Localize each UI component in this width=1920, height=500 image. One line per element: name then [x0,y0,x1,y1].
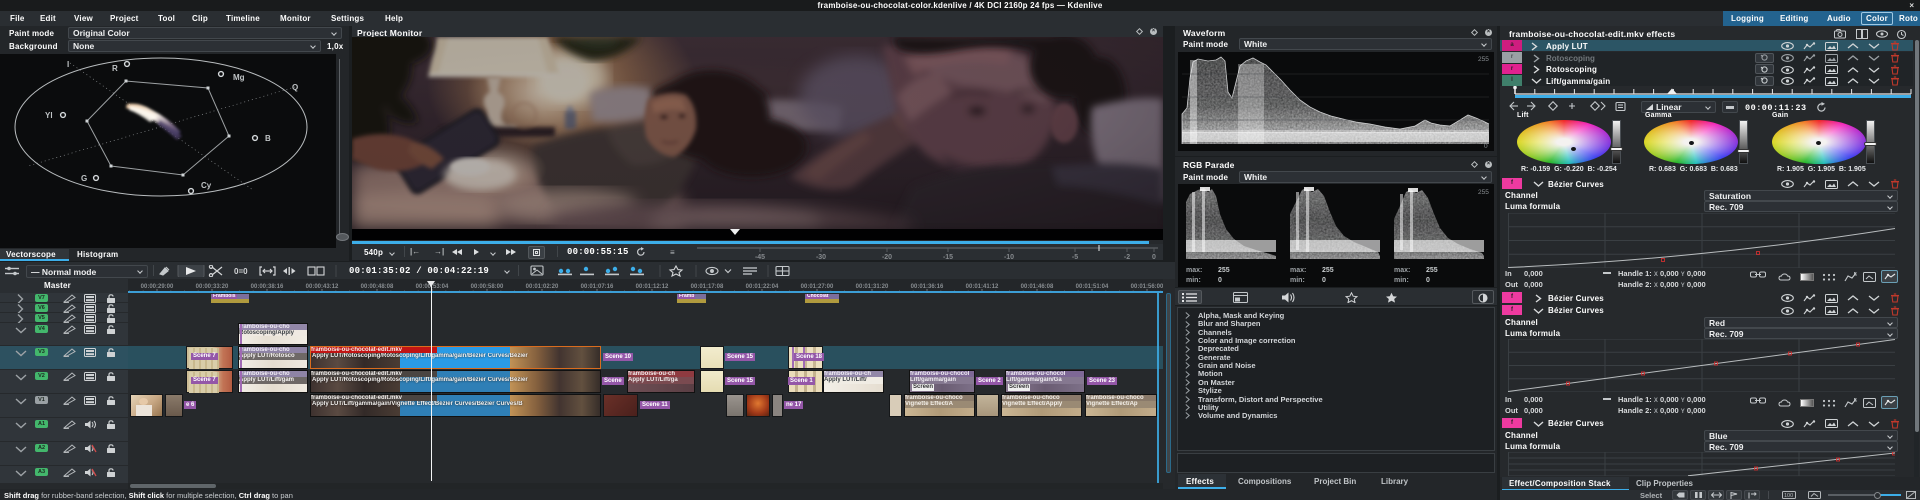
svg-text:0: 0 [1484,143,1488,150]
svg-text:-30: -30 [816,254,826,260]
svg-text:255: 255 [1322,267,1334,274]
svg-text:-15: -15 [943,254,953,260]
svg-text:100: 100 [1784,493,1793,499]
svg-text:B: B [265,134,271,143]
svg-text:0: 0 [1426,277,1430,284]
svg-text:-2: -2 [1124,254,1130,260]
svg-text:min:: min: [1186,277,1201,284]
svg-text:0=0: 0=0 [234,267,248,276]
svg-text:255: 255 [1426,267,1438,274]
svg-text:R: R [112,64,118,73]
svg-text:Q: Q [292,83,298,92]
svg-text:G: G [81,174,87,183]
svg-text:Cy: Cy [201,181,212,190]
svg-text:max:: max: [1290,267,1306,274]
svg-text:255: 255 [1218,267,1230,274]
svg-text:min:: min: [1290,277,1305,284]
svg-text:-20: -20 [882,254,892,260]
svg-text:I: I [67,60,69,69]
svg-text:255: 255 [1478,189,1489,196]
svg-text:0: 0 [1152,254,1156,260]
svg-text:-10: -10 [1004,254,1014,260]
svg-text:Mg: Mg [233,73,245,82]
svg-text:min:: min: [1394,277,1409,284]
svg-text:max:: max: [1186,267,1202,274]
svg-text:max:: max: [1394,267,1410,274]
svg-text:Yl: Yl [45,111,53,120]
svg-text:255: 255 [1478,56,1489,63]
svg-text:-45: -45 [755,254,765,260]
svg-text:0: 0 [1322,277,1326,284]
svg-text:-5: -5 [1072,254,1078,260]
svg-text:0: 0 [1218,277,1222,284]
